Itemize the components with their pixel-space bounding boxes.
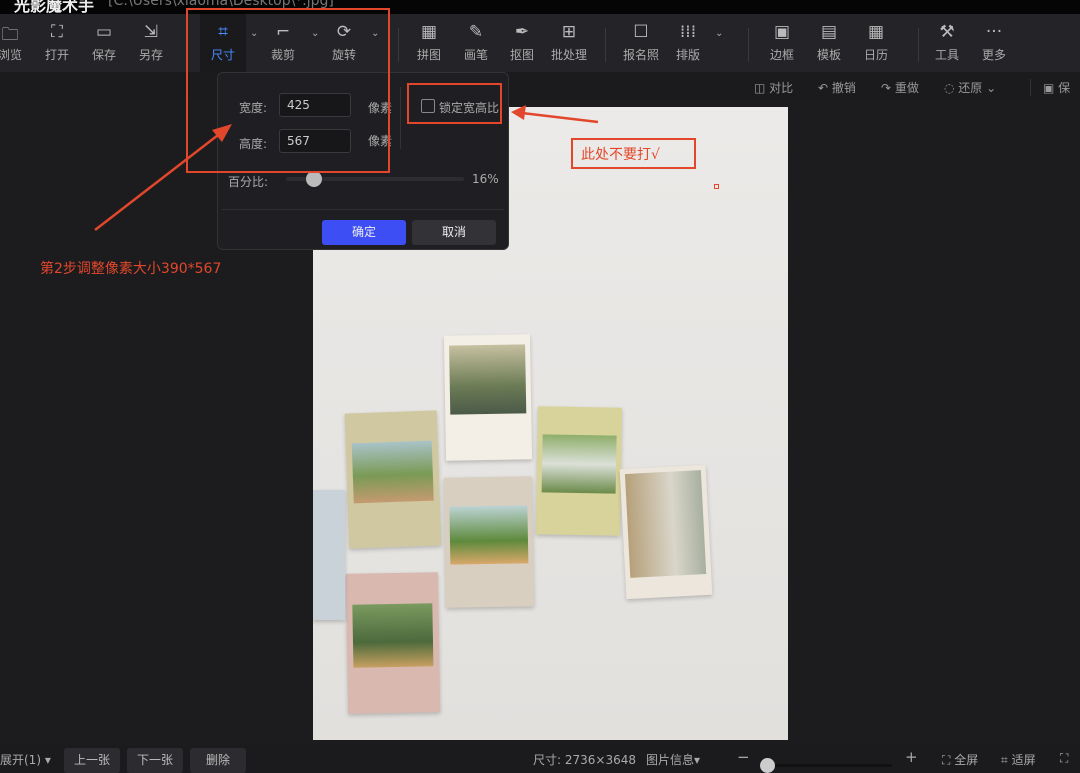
- image-info-button[interactable]: 图片信息▾: [646, 751, 700, 768]
- prev-button[interactable]: 上一张: [64, 748, 120, 773]
- status-bar: 展开(1) ▾ 上一张 下一张 删除 尺寸: 2736×3648 图片信息▾ −…: [0, 745, 1080, 773]
- arrow-head: [212, 124, 232, 142]
- arrow-head: [511, 105, 526, 120]
- arrow-lock: [521, 111, 599, 124]
- fullscreen-button[interactable]: ⛶ 全屏: [942, 751, 978, 768]
- zoom-in-button[interactable]: +: [905, 748, 918, 766]
- expand-dropdown[interactable]: 展开(1) ▾: [0, 751, 51, 768]
- fullscreen-label: 全屏: [954, 753, 979, 767]
- fit-label: 适屏: [1011, 753, 1036, 767]
- actual-size-icon[interactable]: ⛶: [1060, 751, 1068, 766]
- image-size: 尺寸: 2736×3648: [533, 753, 636, 767]
- zoom-slider[interactable]: [760, 758, 892, 773]
- delete-button[interactable]: 删除: [190, 748, 246, 773]
- next-button[interactable]: 下一张: [127, 748, 183, 773]
- annotation-arrows: [94, 105, 599, 231]
- zoom-handle[interactable]: [760, 758, 775, 773]
- arrow-step2: [94, 131, 223, 231]
- expand-label: 展开(1): [0, 753, 41, 767]
- zoom-out-button[interactable]: −: [737, 748, 750, 766]
- fit-screen-button[interactable]: ⌗ 适屏: [1001, 751, 1036, 768]
